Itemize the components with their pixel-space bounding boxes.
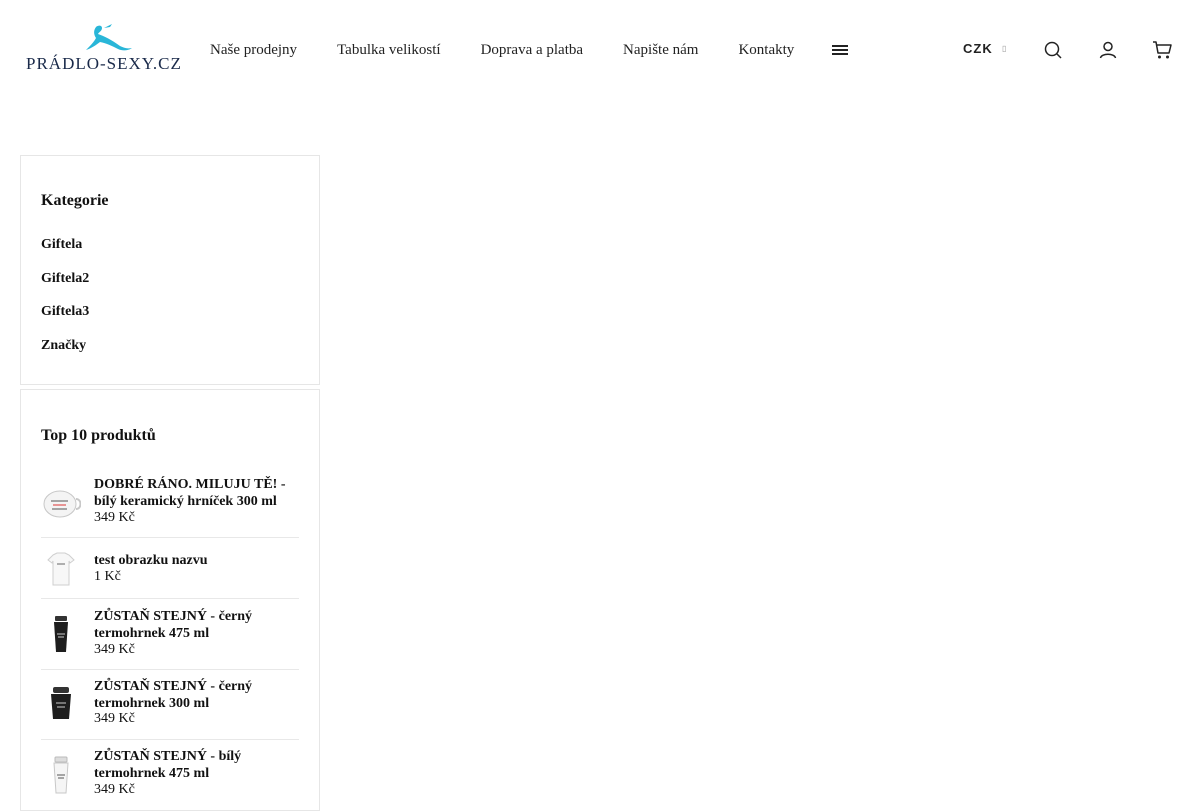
logo-figure-icon xyxy=(86,24,132,51)
category-item[interactable]: Giftela3 xyxy=(41,304,89,320)
category-item[interactable]: Giftela2 xyxy=(41,271,89,287)
nav-item-write-us[interactable]: Napište nám xyxy=(623,40,698,62)
product-thumbnail[interactable] xyxy=(41,484,81,524)
product-name[interactable]: test obrazku nazvu xyxy=(94,552,299,569)
product-price: 349 Kč xyxy=(94,782,135,797)
nav-item-shipping[interactable]: Doprava a platba xyxy=(481,40,583,62)
user-icon[interactable] xyxy=(1098,40,1118,60)
product-name[interactable]: ZŮSTAŇ STEJNÝ - černý termohrnek 300 ml xyxy=(94,678,299,712)
top-products-panel: Top 10 produktů DOBRÉ RÁNO. MILUJU TĚ! -… xyxy=(20,389,320,811)
logo-text: PRÁDLO-SEXY.CZ xyxy=(26,54,182,73)
nav-item-size-chart[interactable]: Tabulka velikostí xyxy=(337,40,441,62)
product-item[interactable]: ZŮSTAŇ STEJNÝ - bílý termohrnek 475 ml 3… xyxy=(41,739,299,809)
product-price: 349 Kč xyxy=(94,711,135,726)
nav-item-contacts[interactable]: Kontakty xyxy=(738,40,794,62)
product-price: 349 Kč xyxy=(94,510,135,525)
cart-icon[interactable] xyxy=(1152,40,1172,60)
product-item[interactable]: DOBRÉ RÁNO. MILUJU TĚ! - bílý keramický … xyxy=(41,472,299,538)
product-item[interactable]: test obrazku nazvu 1 Kč xyxy=(41,537,299,599)
category-item[interactable]: Značky xyxy=(41,338,86,354)
main-nav: Naše prodejny Tabulka velikostí Doprava … xyxy=(210,40,794,62)
product-price: 1 Kč xyxy=(94,569,121,584)
top-products-title: Top 10 produktů xyxy=(41,427,156,444)
categories-panel: Kategorie Giftela Giftela2 Giftela3 Znač… xyxy=(20,155,320,385)
nav-item-stores[interactable]: Naše prodejny xyxy=(210,40,297,62)
product-name[interactable]: ZŮSTAŇ STEJNÝ - černý termohrnek 475 ml xyxy=(94,608,299,642)
category-item[interactable]: Giftela xyxy=(41,237,82,253)
product-thumbnail[interactable] xyxy=(41,614,81,654)
product-thumbnail[interactable] xyxy=(41,755,81,795)
categories-title: Kategorie xyxy=(41,192,109,209)
chevron-down-icon: ▯ xyxy=(1002,44,1007,53)
product-name[interactable]: ZŮSTAŇ STEJNÝ - bílý termohrnek 475 ml xyxy=(94,748,299,782)
site-header: PRÁDLO-SEXY.CZ Naše prodejny Tabulka vel… xyxy=(0,0,1200,100)
menu-icon[interactable] xyxy=(832,44,848,56)
product-item[interactable]: ZŮSTAŇ STEJNÝ - černý termohrnek 475 ml … xyxy=(41,598,299,670)
product-item[interactable]: ZŮSTAŇ STEJNÝ - černý termohrnek 300 ml … xyxy=(41,669,299,740)
product-thumbnail[interactable] xyxy=(41,683,81,723)
currency-selector[interactable]: CZK xyxy=(963,41,993,56)
search-icon[interactable] xyxy=(1043,40,1063,60)
product-thumbnail[interactable] xyxy=(41,549,81,589)
site-logo[interactable]: PRÁDLO-SEXY.CZ xyxy=(24,24,181,76)
product-price: 349 Kč xyxy=(94,642,135,657)
product-name[interactable]: DOBRÉ RÁNO. MILUJU TĚ! - bílý keramický … xyxy=(94,476,299,510)
